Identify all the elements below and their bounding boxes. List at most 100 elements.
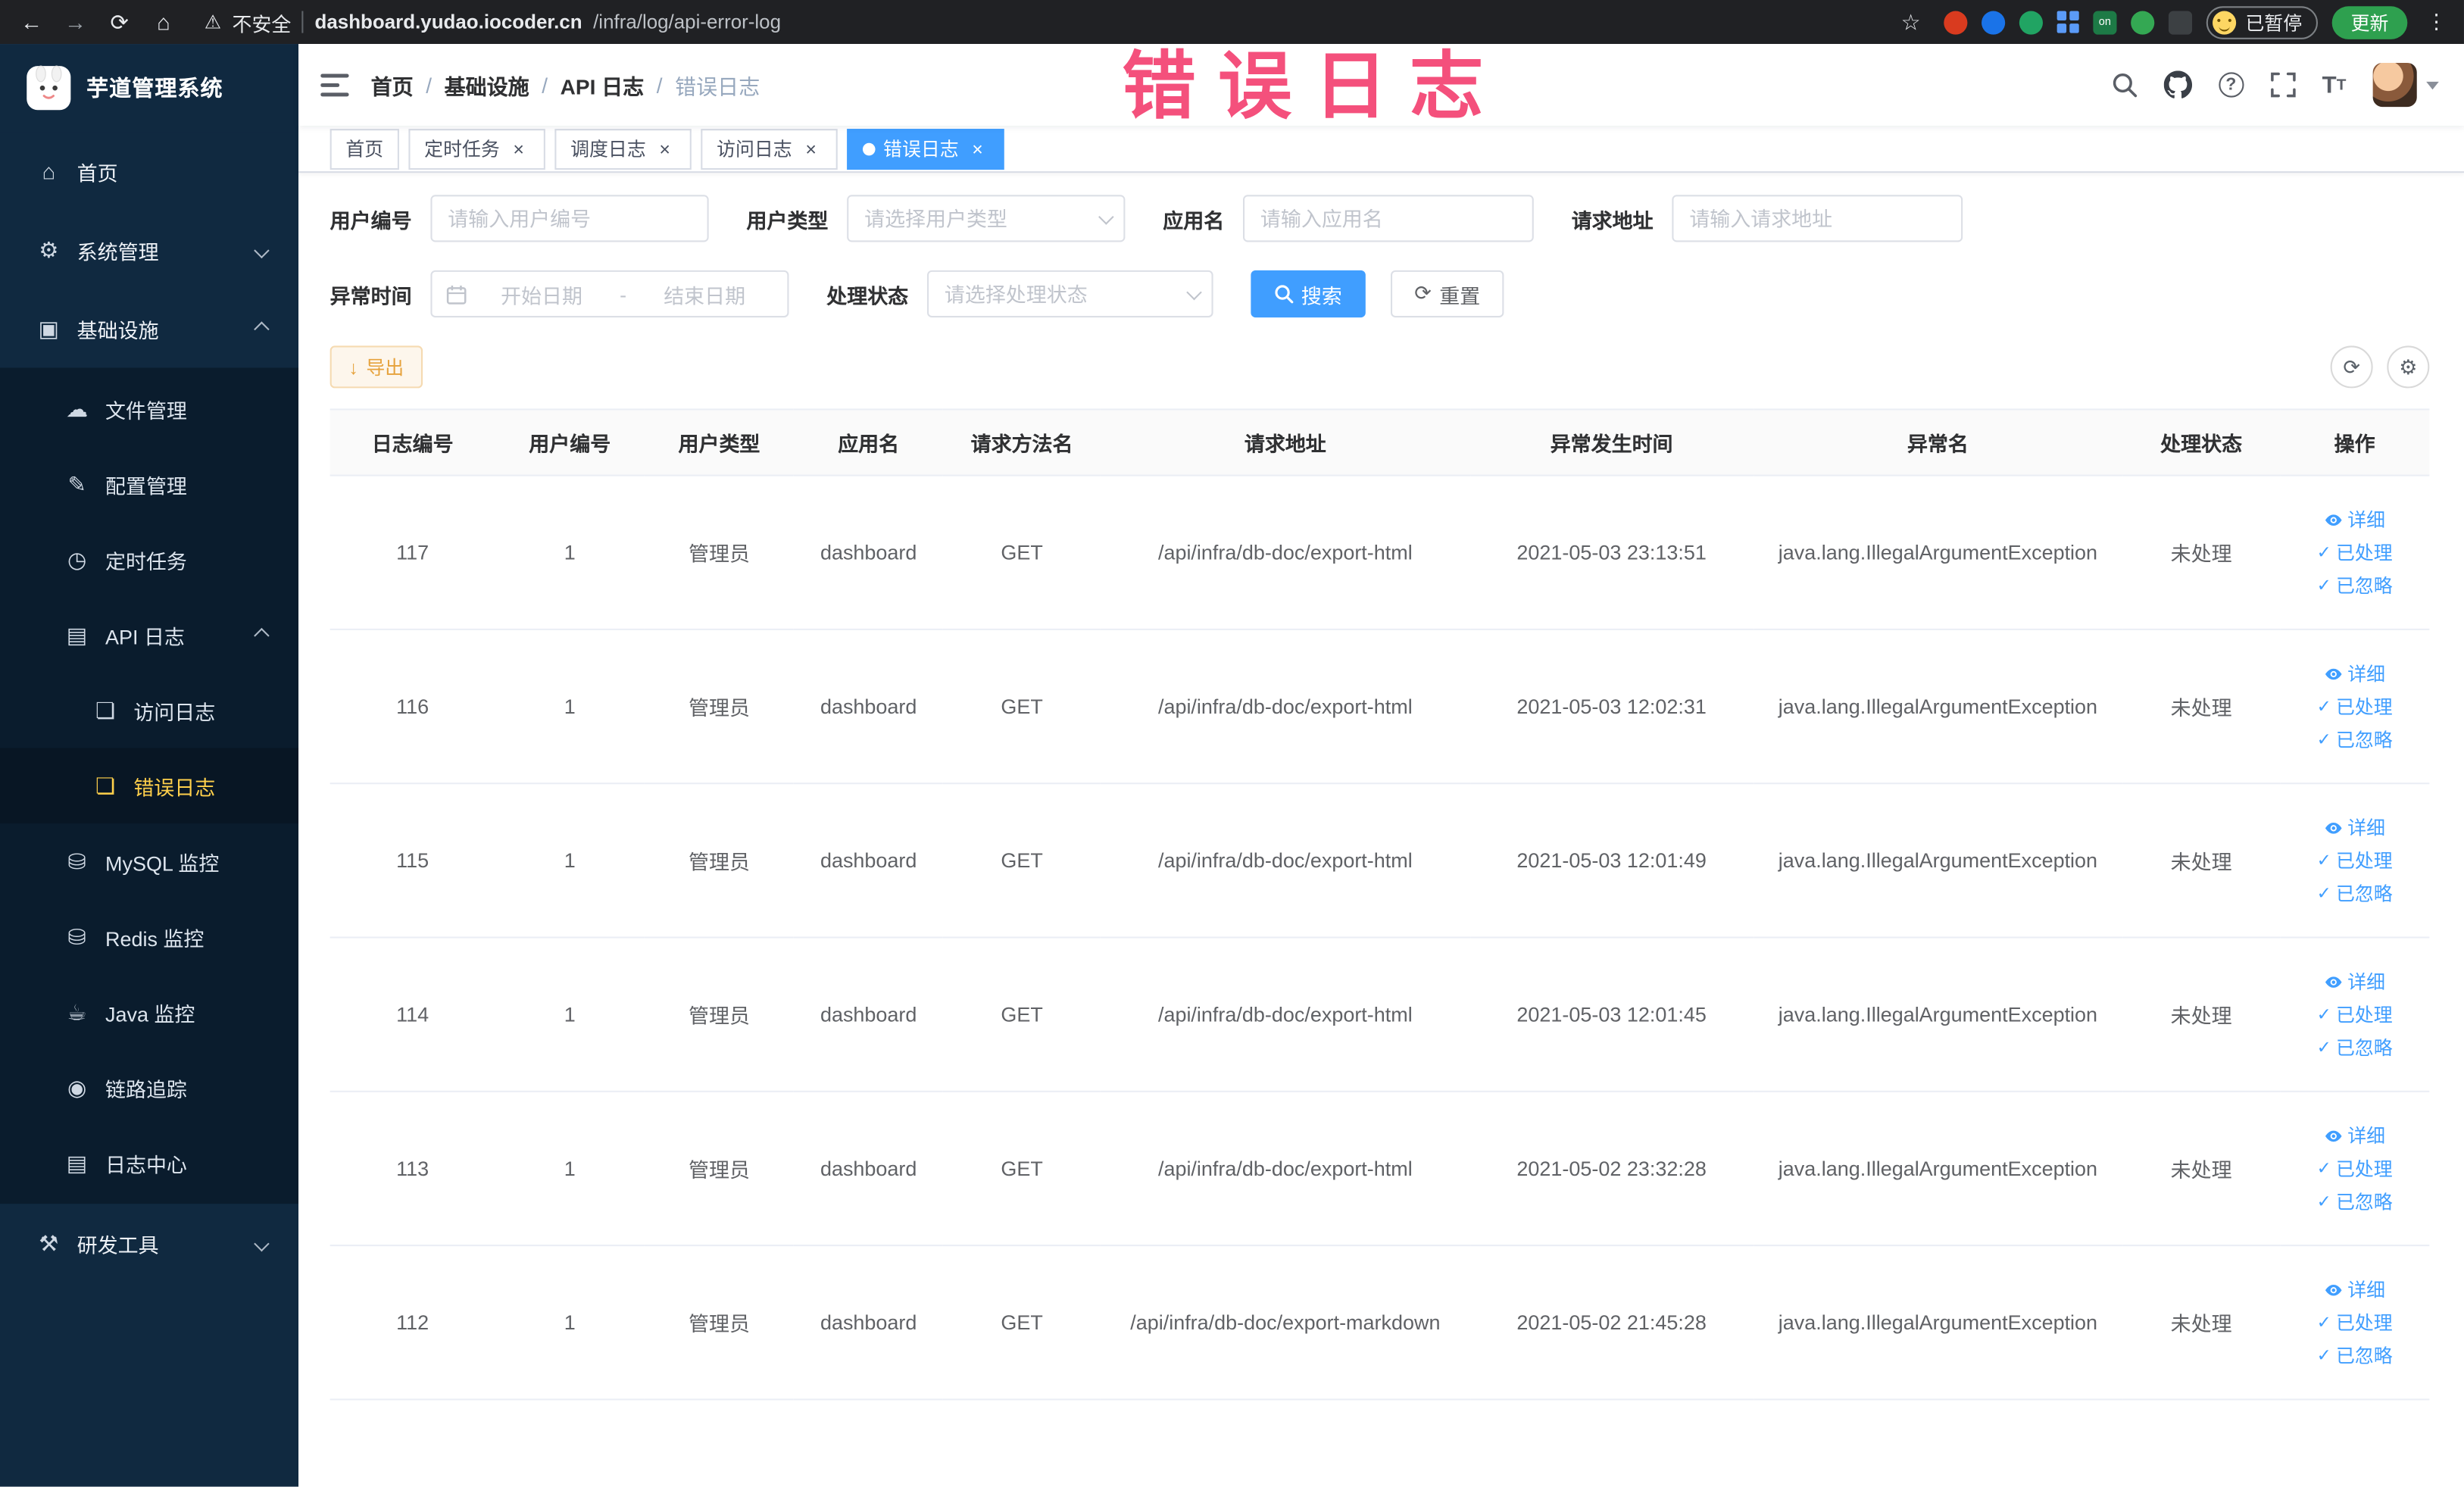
sidebar-item-home[interactable]: ⌂ 首页 bbox=[0, 132, 298, 211]
mark-ignored-link[interactable]: ✓ 已忽略 bbox=[2317, 572, 2393, 598]
mark-processed-link[interactable]: ✓ 已处理 bbox=[2317, 1309, 2393, 1335]
sidebar-item-java-monitor[interactable]: ☕ Java 监控 bbox=[0, 974, 298, 1050]
extension-red-icon[interactable] bbox=[1944, 10, 1968, 34]
document-icon: ▤ bbox=[66, 621, 88, 647]
extension-dark-icon[interactable] bbox=[2168, 10, 2193, 34]
mark-ignored-link[interactable]: ✓ 已忽略 bbox=[2317, 1034, 2393, 1061]
search-button[interactable]: 搜索 bbox=[1251, 270, 1366, 318]
profile-paused-chip[interactable]: 已暂停 bbox=[2206, 5, 2319, 39]
export-button[interactable]: ↓ 导出 bbox=[329, 345, 423, 389]
cell-exception-name: java.lang.IllegalArgumentException bbox=[1753, 1245, 2123, 1401]
mark-processed-link[interactable]: ✓ 已处理 bbox=[2317, 693, 2393, 720]
search-icon[interactable] bbox=[2112, 72, 2137, 98]
check-icon: ✓ bbox=[2316, 1039, 2331, 1058]
date-range-picker[interactable]: 开始日期 - 结束日期 bbox=[430, 270, 789, 318]
sidebar-item-system[interactable]: ⚙ 系统管理 bbox=[0, 211, 298, 289]
detail-link[interactable]: 详细 bbox=[2324, 1276, 2385, 1303]
close-icon[interactable]: × bbox=[507, 138, 529, 160]
mark-processed-link[interactable]: ✓ 已处理 bbox=[2317, 539, 2393, 566]
sidebar-item-access-log[interactable]: ❏ 访问日志 bbox=[0, 673, 298, 748]
reset-button[interactable]: ⟳ 重置 bbox=[1391, 270, 1504, 318]
detail-link[interactable]: 详细 bbox=[2324, 506, 2385, 533]
tab-home[interactable]: 首页 bbox=[329, 128, 399, 170]
detail-link[interactable]: 详细 bbox=[2324, 814, 2385, 841]
refresh-icon: ⟳ bbox=[1414, 281, 1432, 305]
detail-link[interactable]: 详细 bbox=[2324, 968, 2385, 995]
app-name-input[interactable] bbox=[1243, 195, 1534, 242]
forward-icon[interactable]: → bbox=[57, 5, 95, 39]
close-icon[interactable]: × bbox=[654, 138, 676, 160]
tab-schedule-log[interactable]: 调度日志 × bbox=[554, 128, 692, 170]
col-app-name: 应用名 bbox=[794, 409, 944, 476]
browser-menu-icon[interactable]: ⋮ bbox=[2422, 9, 2451, 34]
github-icon[interactable] bbox=[2163, 70, 2192, 98]
fullscreen-icon[interactable] bbox=[2270, 72, 2296, 98]
extension-green-icon[interactable] bbox=[2019, 10, 2043, 34]
tab-label: 错误日志 bbox=[883, 138, 959, 161]
sidebar-item-scheduled-jobs[interactable]: ◷ 定时任务 bbox=[0, 522, 298, 598]
sidebar-item-trace[interactable]: ◉ 链路追踪 bbox=[0, 1050, 298, 1126]
logo[interactable]: 芋道管理系统 bbox=[0, 44, 299, 133]
eye-icon bbox=[2325, 514, 2342, 525]
breadcrumb-home[interactable]: 首页 bbox=[371, 69, 414, 100]
cell-user-type: 管理员 bbox=[644, 629, 795, 785]
sidebar-item-redis-monitor[interactable]: ⛁ Redis 监控 bbox=[0, 899, 298, 975]
breadcrumb-infra[interactable]: 基础设施 bbox=[445, 69, 529, 100]
mark-ignored-link[interactable]: ✓ 已忽略 bbox=[2317, 726, 2393, 752]
cell-app-name: dashboard bbox=[794, 783, 944, 939]
process-status-select[interactable] bbox=[927, 270, 1213, 318]
font-size-icon[interactable]: TT bbox=[2322, 71, 2347, 98]
bookmark-star-icon[interactable]: ☆ bbox=[1892, 5, 1930, 39]
extension-grid-icon[interactable] bbox=[2056, 11, 2079, 33]
user-type-select[interactable] bbox=[847, 195, 1126, 242]
tab-error-log[interactable]: 错误日志 × bbox=[847, 128, 1004, 170]
user-menu[interactable] bbox=[2372, 62, 2439, 108]
user-id-input[interactable] bbox=[430, 195, 709, 242]
process-status-select-input[interactable] bbox=[927, 270, 1213, 318]
extension-leaf-icon[interactable] bbox=[2131, 10, 2155, 34]
table-row: 114 1 管理员 dashboard GET /api/infra/db-do… bbox=[329, 937, 2430, 1092]
filter-request-url: 请求地址 bbox=[1572, 195, 1963, 242]
user-type-select-input[interactable] bbox=[847, 195, 1126, 242]
cell-exception-time: 2021-05-03 12:01:49 bbox=[1469, 783, 1754, 939]
breadcrumb-api-log[interactable]: API 日志 bbox=[561, 69, 645, 100]
browser-update-button[interactable]: 更新 bbox=[2331, 5, 2408, 39]
close-icon[interactable]: × bbox=[967, 138, 988, 160]
address-bar[interactable]: ⚠ 不安全 dashboard.yudao.iocoder.cn/infra/l… bbox=[205, 7, 1886, 36]
help-icon[interactable]: ? bbox=[2218, 72, 2244, 98]
sidebar-item-api-log[interactable]: ▤ API 日志 bbox=[0, 597, 298, 673]
sidebar-item-label: 首页 bbox=[77, 161, 118, 185]
cell-log-id: 117 bbox=[329, 475, 495, 630]
mark-processed-link[interactable]: ✓ 已处理 bbox=[2317, 1001, 2393, 1028]
sidebar-item-error-log[interactable]: ❏ 错误日志 bbox=[0, 748, 299, 824]
mark-ignored-link[interactable]: ✓ 已忽略 bbox=[2317, 1188, 2393, 1214]
detail-link[interactable]: 详细 bbox=[2324, 660, 2385, 686]
filter-app-name: 应用名 bbox=[1163, 195, 1534, 242]
sidebar-item-mysql-monitor[interactable]: ⛁ MySQL 监控 bbox=[0, 823, 298, 899]
mark-ignored-link[interactable]: ✓ 已忽略 bbox=[2317, 1342, 2393, 1369]
cell-app-name: dashboard bbox=[794, 475, 944, 630]
column-settings-button[interactable]: ⚙ bbox=[2387, 345, 2430, 389]
browser-home-icon[interactable]: ⌂ bbox=[145, 5, 183, 39]
request-url-input[interactable] bbox=[1672, 195, 1963, 242]
cell-log-id: 113 bbox=[329, 1091, 495, 1247]
database-icon: ⛁ bbox=[67, 848, 86, 873]
reload-icon[interactable]: ⟳ bbox=[101, 5, 139, 39]
sidebar-item-dev-tools[interactable]: ⚒ 研发工具 bbox=[0, 1204, 298, 1282]
detail-link[interactable]: 详细 bbox=[2324, 1122, 2385, 1148]
sidebar-item-log-center[interactable]: ▤ 日志中心 bbox=[0, 1125, 298, 1201]
extension-on-icon[interactable]: on bbox=[2093, 10, 2117, 34]
sidebar-item-infra[interactable]: ▣ 基础设施 bbox=[0, 289, 298, 368]
mark-processed-link[interactable]: ✓ 已处理 bbox=[2317, 847, 2393, 873]
close-icon[interactable]: × bbox=[800, 138, 822, 160]
mark-ignored-link[interactable]: ✓ 已忽略 bbox=[2317, 880, 2393, 907]
back-icon[interactable]: ← bbox=[13, 5, 51, 39]
tab-scheduled-jobs[interactable]: 定时任务 × bbox=[408, 128, 545, 170]
extension-blue-icon[interactable] bbox=[1982, 10, 2006, 34]
tab-access-log[interactable]: 访问日志 × bbox=[701, 128, 838, 170]
refresh-button[interactable]: ⟳ bbox=[2330, 345, 2373, 389]
sidebar-toggle-icon[interactable] bbox=[320, 73, 349, 96]
sidebar-item-config-manage[interactable]: ✎ 配置管理 bbox=[0, 446, 298, 522]
mark-processed-link[interactable]: ✓ 已处理 bbox=[2317, 1155, 2393, 1182]
sidebar-item-file-manage[interactable]: ☁ 文件管理 bbox=[0, 371, 298, 447]
